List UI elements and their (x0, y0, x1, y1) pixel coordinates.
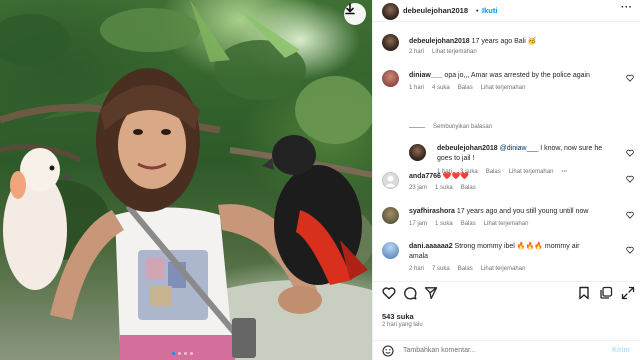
comment-username[interactable]: syafhirashora (409, 208, 455, 215)
comment-meta: 23 jam 1 suka Balas (409, 185, 476, 191)
caption-meta: 2 hari Lihat terjemahan (409, 49, 477, 55)
reply-text-line1: I know, now sure he (540, 145, 603, 152)
post-actions (373, 281, 640, 314)
comment: diniaw___ opa jo,,, Amar was arrested by… (409, 71, 590, 81)
avatar[interactable] (382, 242, 399, 259)
divider (409, 126, 425, 128)
translate-link[interactable]: Lihat terjemahan (484, 221, 529, 227)
heart-icon[interactable] (382, 286, 396, 300)
reply-button[interactable]: Balas (461, 185, 476, 191)
reply-comment: debeulejohan2018 @diniaw___ I know, now … (437, 144, 617, 164)
download-icon (345, 3, 355, 15)
photo-illustration (0, 0, 372, 360)
post-comment-button[interactable]: Kirim (612, 347, 630, 354)
comment-time: 1 hari (409, 85, 425, 91)
comment-username[interactable]: diniaw___ (409, 72, 442, 79)
heart-icon[interactable] (626, 246, 634, 254)
comment-meta: 2 hari 7 suka Balas Lihat terjemahan (409, 266, 525, 272)
caption: debeulejohan2018 17 years ago Bali 🥳 (409, 37, 536, 47)
reply-button[interactable]: Balas (486, 169, 501, 175)
translate-link[interactable]: Lihat terjemahan (481, 266, 526, 272)
share-icon[interactable] (424, 286, 438, 300)
comment-meta: 1 hari 4 suka Balas Lihat terjemahan (409, 85, 525, 91)
avatar[interactable] (382, 3, 399, 20)
reply-button[interactable]: Balas (458, 266, 473, 272)
comment-input[interactable]: Tambahkan komentar... (403, 347, 476, 354)
reply-username[interactable]: debeulejohan2018 (437, 145, 498, 152)
multiple-posts-icon[interactable] (599, 286, 613, 300)
header-username[interactable]: debeulejohan2018 (403, 6, 468, 15)
posted-time: 2 hari yang lalu (382, 322, 423, 328)
post-photo[interactable] (0, 0, 372, 360)
more-icon[interactable]: ··· (561, 169, 567, 175)
separator-dot: • (476, 6, 479, 15)
comment-likes[interactable]: 7 suka (432, 266, 450, 272)
carousel-dot (190, 352, 193, 355)
avatar[interactable] (382, 207, 399, 224)
translate-link[interactable]: Lihat terjemahan (432, 49, 477, 55)
comment-likes[interactable]: 1 suka (435, 185, 453, 191)
carousel-indicator (172, 352, 193, 355)
follow-button[interactable]: Ikuti (482, 6, 497, 15)
reply-button[interactable]: Balas (461, 221, 476, 227)
hide-replies-label[interactable]: Sembunyikan balasan (433, 124, 492, 130)
comment: anda7766 ❤️❤️❤️ (409, 172, 469, 182)
translate-link[interactable]: Lihat terjemahan (509, 169, 554, 175)
comment-text: ❤️❤️❤️ (442, 173, 470, 180)
comment-likes[interactable]: 1 suka (435, 221, 453, 227)
carousel-dot (184, 352, 187, 355)
heart-icon[interactable] (626, 149, 634, 157)
comment-icon[interactable] (403, 286, 417, 300)
comment-meta: 17 jam 1 suka Balas Lihat terjemahan (409, 221, 528, 227)
comment-text-line1: Strong mommy ibel 🔥🔥🔥 mommy air (454, 243, 580, 250)
comment-text: opa jo,,, Amar was arrested by the polic… (444, 72, 590, 79)
comments-section: debeulejohan2018 17 years ago Bali 🥳 2 h… (373, 22, 640, 281)
caption-username[interactable]: debeulejohan2018 (409, 38, 470, 45)
avatar[interactable] (382, 70, 399, 87)
emoji-icon[interactable] (382, 345, 394, 357)
comment: syafhirashora 17 years ago and you still… (409, 207, 588, 217)
comment-time: 23 jam (409, 185, 428, 191)
heart-icon[interactable] (626, 74, 634, 82)
user-icon (385, 175, 396, 187)
post-header: debeulejohan2018 • Ikuti ··· (373, 0, 640, 22)
comment-username[interactable]: dani.aaaaaa2 (409, 243, 453, 250)
post-panel: debeulejohan2018 • Ikuti ··· debeulejoha… (372, 0, 640, 360)
heart-icon[interactable] (626, 211, 634, 219)
caption-text: 17 years ago Bali 🥳 (471, 38, 537, 45)
comment-text-line2: amala (409, 253, 429, 260)
comment-text: 17 years ago and you still young untill … (456, 208, 589, 215)
avatar[interactable] (382, 34, 399, 51)
comment-composer: Tambahkan komentar... Kirim (373, 340, 640, 360)
mention-link[interactable]: @diniaw___ (500, 145, 539, 152)
translate-link[interactable]: Lihat terjemahan (481, 85, 526, 91)
reply-button[interactable]: Balas (458, 85, 473, 91)
comment-time: 2 hari (409, 266, 425, 272)
hide-replies-toggle[interactable]: Sembunyikan balasan (409, 124, 492, 130)
comment-likes[interactable]: 4 suka (432, 85, 450, 91)
comment-username[interactable]: anda7766 (409, 173, 441, 180)
avatar[interactable] (382, 172, 399, 189)
caption-time: 2 hari (409, 49, 425, 55)
comment: dani.aaaaaa2 Strong mommy ibel 🔥🔥🔥 mommy… (409, 242, 609, 262)
download-button[interactable] (344, 3, 366, 25)
comment-time: 17 jam (409, 221, 428, 227)
avatar[interactable] (409, 144, 426, 161)
expand-icon[interactable] (621, 286, 635, 300)
heart-icon[interactable] (626, 175, 634, 183)
carousel-dot (172, 352, 175, 355)
more-icon[interactable]: ··· (621, 2, 633, 13)
carousel-dot (178, 352, 181, 355)
bookmark-icon[interactable] (577, 286, 591, 300)
reply-text-line2: goes to jail ! (437, 155, 475, 162)
likes-count[interactable]: 543 suka (382, 312, 414, 321)
